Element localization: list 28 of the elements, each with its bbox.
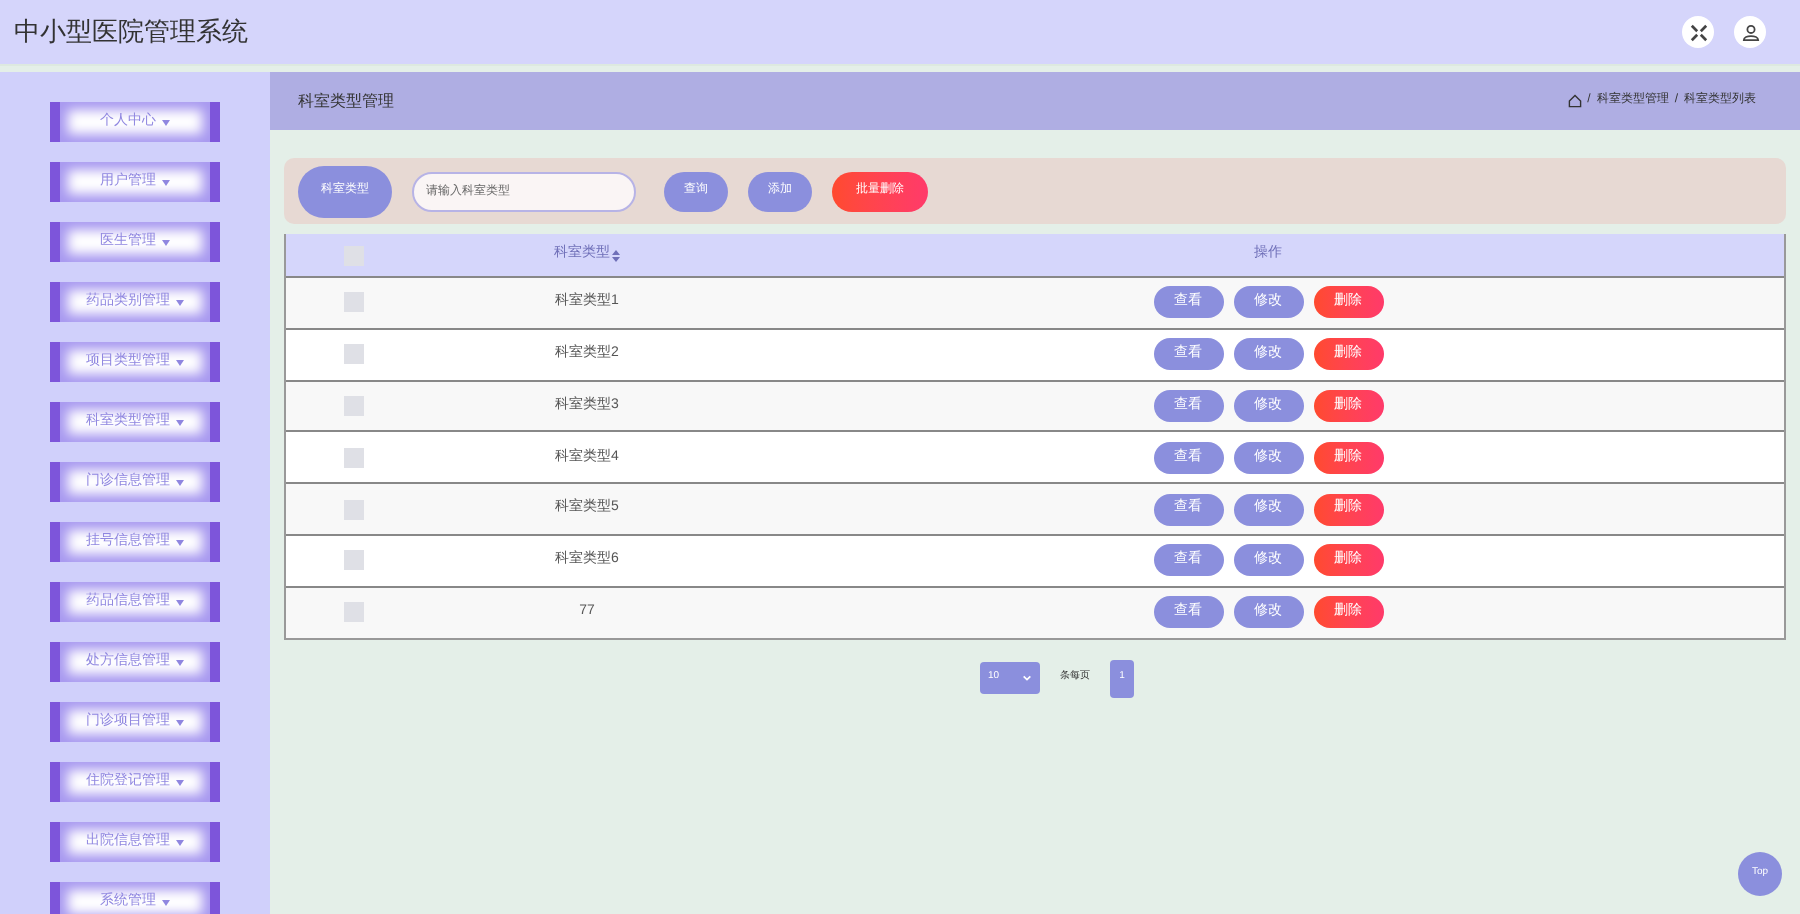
- checkbox[interactable]: [344, 344, 364, 365]
- app-title: 中小型医院管理系统: [14, 14, 248, 51]
- caret-icon: [176, 659, 184, 665]
- checkbox[interactable]: [344, 602, 364, 623]
- home-icon[interactable]: [1567, 94, 1582, 108]
- user-icon[interactable]: [1734, 16, 1766, 48]
- fullscreen-icon[interactable]: [1682, 16, 1714, 48]
- caret-icon: [162, 119, 170, 125]
- caret-icon: [176, 479, 184, 485]
- checkbox[interactable]: [344, 447, 364, 468]
- caret-icon: [162, 239, 170, 245]
- checkbox[interactable]: [344, 499, 364, 520]
- caret-icon: [176, 599, 184, 605]
- caret-icon: [176, 299, 184, 305]
- caret-icon: [176, 719, 184, 725]
- page-title: 科室类型管理: [298, 89, 394, 113]
- caret-icon: [176, 359, 184, 365]
- caret-icon: [176, 539, 184, 545]
- chevron-down-icon: [1022, 674, 1032, 683]
- caret-icon: [162, 899, 170, 905]
- caret-icon: [162, 179, 170, 185]
- checkbox[interactable]: [344, 292, 364, 313]
- caret-icon: [176, 419, 184, 425]
- checkbox[interactable]: [344, 550, 364, 571]
- caret-icon: [176, 779, 184, 785]
- sort-icon[interactable]: [612, 249, 620, 261]
- caret-icon: [176, 839, 184, 845]
- checkbox[interactable]: [344, 395, 364, 416]
